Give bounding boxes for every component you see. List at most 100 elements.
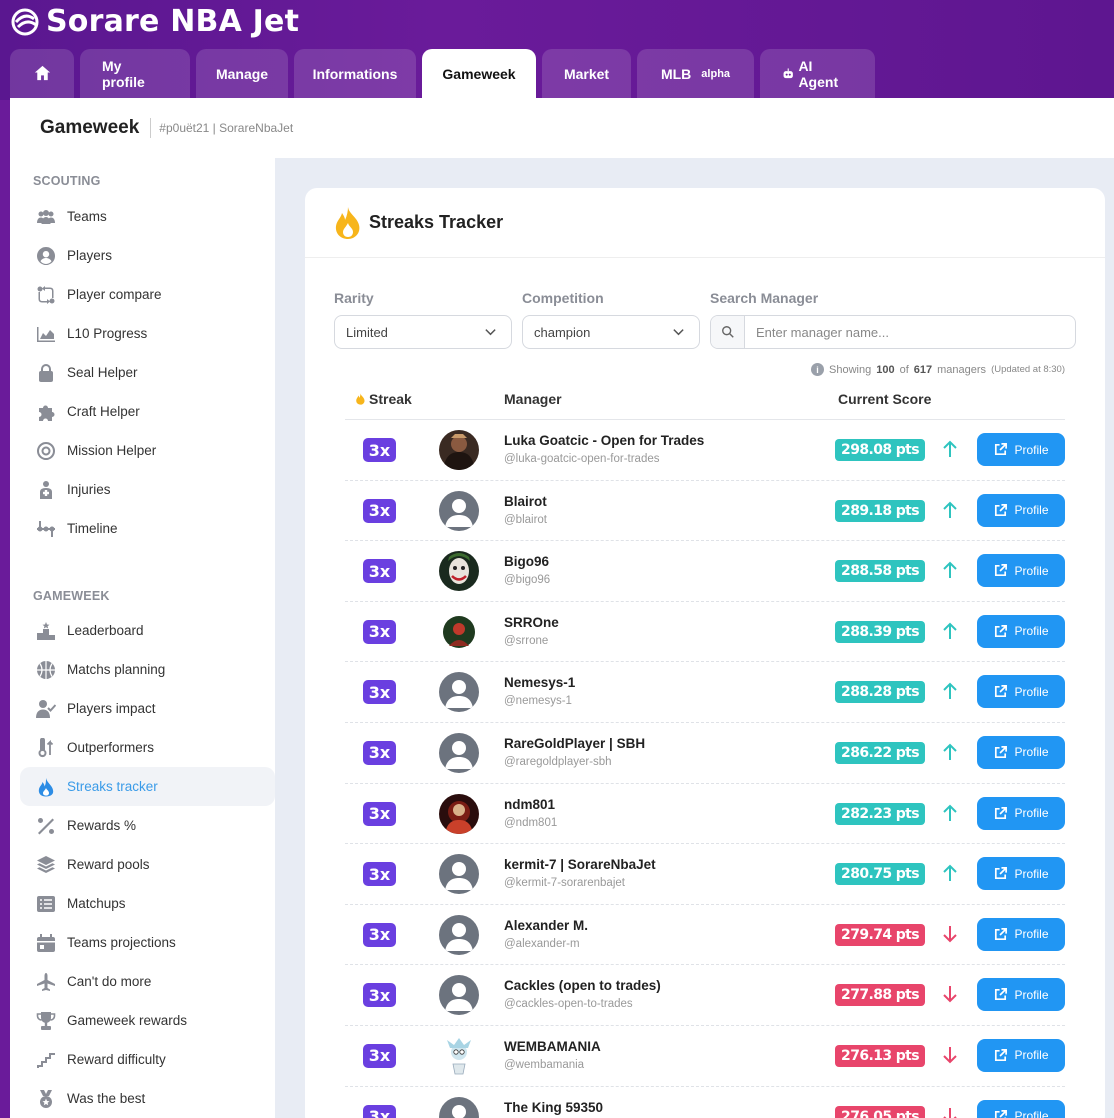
arrow-up-icon <box>943 561 957 579</box>
rarity-label: Rarity <box>334 290 374 306</box>
sidebar-item-mission-helper[interactable]: Mission Helper <box>20 431 275 470</box>
manager-name[interactable]: RareGoldPlayer | SBH <box>504 736 645 751</box>
tab-manage[interactable]: Manage <box>196 49 288 98</box>
table-row: 3x Blairot @blairot 289.18 pts Profile <box>345 481 1065 542</box>
external-link-icon <box>995 624 1008 637</box>
profile-button[interactable]: Profile <box>977 675 1065 709</box>
streak-badge: 3x <box>363 559 396 584</box>
sidebar-item-outperformers[interactable]: Outperformers <box>20 728 275 767</box>
streak-badge: 3x <box>363 1104 396 1118</box>
manager-name[interactable]: Cackles (open to trades) <box>504 978 661 993</box>
profile-button[interactable]: Profile <box>977 614 1065 648</box>
table-row: 3x kermit-7 | SorareNbaJet @kermit-7-sorar… <box>345 844 1065 905</box>
sidebar-item-reward-difficulty[interactable]: Reward difficulty <box>20 1040 275 1079</box>
score-badge: 289.18 pts <box>835 499 925 522</box>
manager-name[interactable]: Blairot <box>504 494 547 509</box>
table-row: 3x SRROne @srrone 288.39 pts Profile <box>345 602 1065 663</box>
profile-button[interactable]: Profile <box>977 796 1065 830</box>
avatar <box>439 490 479 531</box>
sidebar-item-teams-projections[interactable]: Teams projections <box>20 923 275 962</box>
manager-name[interactable]: Luka Goatcic - Open for Trades <box>504 433 704 448</box>
profile-button[interactable]: Profile <box>977 554 1065 588</box>
profile-button[interactable]: Profile <box>977 917 1065 951</box>
sidebar-item-l10-progress[interactable]: L10 Progress <box>20 314 275 353</box>
manager-name[interactable]: Nemesys-1 <box>504 675 575 690</box>
manager-slug: @luka-goatcic-open-for-trades <box>504 453 660 465</box>
target-icon <box>35 440 57 462</box>
tab-mlb[interactable]: MLB alpha <box>637 49 754 98</box>
sidebar-item-leaderboard[interactable]: Leaderboard <box>20 611 275 650</box>
profile-button[interactable]: Profile <box>977 1038 1065 1072</box>
sidebar-item-label: Teams <box>67 209 107 224</box>
tab-market[interactable]: Market <box>542 49 631 98</box>
sidebar-item-craft-helper[interactable]: Craft Helper <box>20 392 275 431</box>
tab-gameweek[interactable]: Gameweek <box>422 49 536 98</box>
manager-name[interactable]: ndm801 <box>504 797 555 812</box>
app-name: Sorare NBA Jet <box>46 4 300 39</box>
profile-button[interactable]: Profile <box>977 433 1065 466</box>
profile-button[interactable]: Profile <box>977 1099 1065 1118</box>
home-icon <box>34 65 50 81</box>
external-link-icon <box>995 867 1008 880</box>
sidebar-item-player-compare[interactable]: Player compare <box>20 275 275 314</box>
streak-badge: 3x <box>363 680 396 705</box>
streak-badge: 3x <box>363 922 396 947</box>
sidebar-item-matchups[interactable]: Matchups <box>20 884 275 923</box>
sidebar-item-players-impact[interactable]: Players impact <box>20 689 275 728</box>
sidebar-item-matchs-planning[interactable]: Matchs planning <box>20 650 275 689</box>
plane-icon <box>35 971 57 993</box>
rarity-value: Limited <box>346 324 388 340</box>
sidebar-item-teams[interactable]: Teams <box>20 197 275 236</box>
profile-button[interactable]: Profile <box>977 978 1065 1012</box>
sidebar-item-players[interactable]: Players <box>20 236 275 275</box>
manager-name[interactable]: WEMBAMANIA <box>504 1039 601 1054</box>
table-row: 3x Nemesys-1 @nemesys-1 288.28 pts Profile <box>345 662 1065 723</box>
app-logo[interactable]: Sorare NBA Jet <box>10 4 299 39</box>
streaks-card: Streaks Tracker Rarity Limited Competiti… <box>305 188 1105 1118</box>
profile-button[interactable]: Profile <box>977 493 1065 527</box>
manager-name[interactable]: SRROne <box>504 615 559 630</box>
manager-name[interactable]: Bigo96 <box>504 554 549 569</box>
manager-name[interactable]: The King 59350 <box>504 1100 603 1115</box>
table-row: 3x Cackles (open to trades) @cackles-open-… <box>345 965 1065 1026</box>
header-streak[interactable]: Streak <box>355 391 412 407</box>
manager-slug: @nemesys-1 <box>504 695 572 708</box>
search-input[interactable] <box>745 324 1045 340</box>
sidebar-item-label: Teams projections <box>67 935 176 950</box>
streak-badge: 3x <box>363 983 396 1008</box>
table-row: 3x ndm801 @ndm801 282.23 pts Profile <box>345 784 1065 845</box>
competition-value: champion <box>534 324 591 340</box>
results-info: i Showing 100 of 617 managers (Updated a… <box>811 363 1065 376</box>
external-link-icon <box>995 1048 1008 1061</box>
external-link-icon <box>995 564 1008 577</box>
sidebar-item-timeline[interactable]: Timeline <box>20 509 275 548</box>
tab-informations[interactable]: Informations <box>294 49 416 98</box>
header-current-score[interactable]: Current Score <box>838 391 931 407</box>
header-manager[interactable]: Manager <box>504 391 562 407</box>
manager-slug: @raregoldplayer-sbh <box>504 755 612 768</box>
sidebar-item-streaks-tracker[interactable]: Streaks tracker <box>20 767 275 806</box>
arrow-up-icon <box>943 804 957 821</box>
sidebar-item-injuries[interactable]: Injuries <box>20 470 275 509</box>
score-badge: 276.05 pts <box>835 1105 925 1118</box>
table-row: 3x WEMBAMANIA @wembamania 276.13 pts Profile <box>345 1026 1065 1087</box>
profile-button[interactable]: Profile <box>977 735 1065 769</box>
sidebar-item-label: Leaderboard <box>67 623 144 638</box>
sidebar-item-was-the-best[interactable]: Was the best <box>20 1079 275 1118</box>
arrow-up-icon <box>943 501 957 518</box>
tab-my-profile[interactable]: My profile <box>80 49 190 98</box>
tab-ai-agent[interactable]: AI Agent <box>760 49 875 98</box>
list-icon <box>35 893 57 915</box>
sidebar-item-gameweek-rewards[interactable]: Gameweek rewards <box>20 1001 275 1040</box>
sidebar-item-reward-pools[interactable]: Reward pools <box>20 845 275 884</box>
competition-select[interactable]: champion <box>522 315 700 349</box>
manager-name[interactable]: Alexander M. <box>504 918 588 933</box>
profile-button[interactable]: Profile <box>977 857 1065 891</box>
sidebar-item-can-t-do-more[interactable]: Can't do more <box>20 962 275 1001</box>
avatar <box>439 672 479 713</box>
sidebar-item-seal-helper[interactable]: Seal Helper <box>20 353 275 392</box>
manager-name[interactable]: kermit-7 | SorareNbaJet <box>504 857 656 872</box>
tab-home[interactable] <box>10 49 74 98</box>
sidebar-item-rewards[interactable]: Rewards % <box>20 806 275 845</box>
rarity-select[interactable]: Limited <box>334 315 512 349</box>
